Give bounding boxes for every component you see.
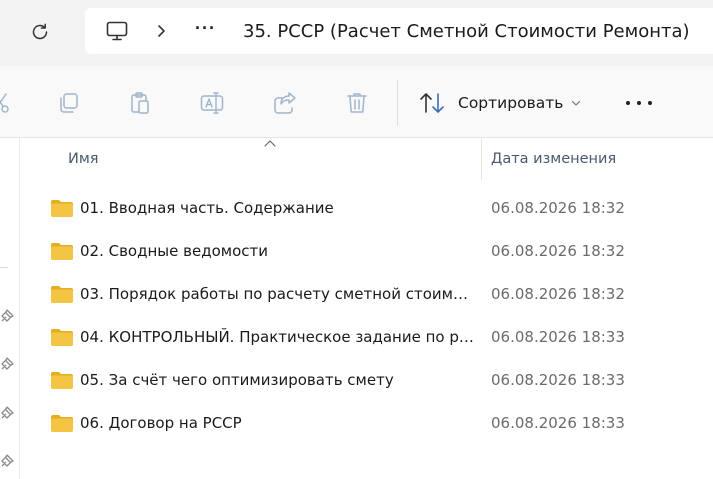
sort-button-label: Сортировать (458, 94, 564, 112)
more-options-button[interactable] (622, 92, 656, 114)
table-row[interactable]: 06. Договор на РССР 06.08.2026 18:33 (20, 402, 713, 445)
folder-icon (51, 286, 73, 303)
file-date-modified: 06.08.2026 18:33 (491, 328, 625, 346)
file-name: 01. Вводная часть. Содержание (80, 199, 334, 217)
cut-icon[interactable] (0, 90, 14, 116)
table-row[interactable]: 02. Сводные ведомости 06.08.2026 18:32 (20, 230, 713, 273)
more-dot (648, 101, 652, 105)
column-header-name[interactable]: Имя (68, 151, 99, 167)
list-header: Имя Дата изменения (20, 138, 713, 180)
file-name: 03. Порядок работы по расчету сметной ст… (80, 285, 474, 303)
file-date-modified: 06.08.2026 18:33 (491, 371, 625, 389)
file-name: 02. Сводные ведомости (80, 242, 268, 260)
table-row[interactable]: 05. За счёт чего оптимизировать смету 06… (20, 359, 713, 402)
folder-icon (51, 415, 73, 432)
share-icon[interactable] (272, 90, 298, 116)
paste-icon[interactable] (127, 90, 153, 116)
navigation-pane (0, 138, 20, 479)
copy-icon[interactable] (56, 90, 82, 116)
chevron-down-icon (572, 100, 581, 106)
file-date-modified: 06.08.2026 18:32 (491, 242, 625, 260)
table-row[interactable]: 03. Порядок работы по расчету сметной ст… (20, 273, 713, 316)
pin-icon[interactable] (0, 309, 14, 323)
file-name: 06. Договор на РССР (80, 414, 242, 432)
navigation-bar: ··· 35. РССР (Расчет Сметной Стоимости Р… (0, 0, 713, 66)
command-bar: Сортировать (0, 66, 713, 138)
sort-button[interactable]: Сортировать (418, 88, 581, 118)
file-list: 01. Вводная часть. Содержание 06.08.2026… (20, 187, 713, 445)
delete-icon[interactable] (344, 90, 370, 116)
file-name: 04. КОНТРОЛЬНЫЙ. Практическое задание по… (80, 328, 474, 346)
sort-icon (420, 93, 444, 113)
file-date-modified: 06.08.2026 18:32 (491, 199, 625, 217)
table-row[interactable]: 04. КОНТРОЛЬНЫЙ. Практическое задание по… (20, 316, 713, 359)
folder-icon (51, 200, 73, 217)
column-resize-handle[interactable] (481, 138, 482, 180)
pin-icon[interactable] (0, 357, 14, 371)
command-separator (397, 80, 398, 126)
more-dot (626, 101, 630, 105)
table-row[interactable]: 01. Вводная часть. Содержание 06.08.2026… (20, 187, 713, 230)
folder-icon (51, 243, 73, 260)
refresh-icon (32, 23, 48, 40)
pin-icon[interactable] (0, 406, 14, 420)
chevron-right-icon[interactable] (155, 21, 169, 41)
folder-icon (51, 372, 73, 389)
this-pc-icon[interactable] (105, 19, 129, 43)
nav-divider (0, 267, 8, 268)
folder-icon (51, 329, 73, 346)
refresh-button[interactable] (24, 16, 56, 48)
more-dot (637, 101, 641, 105)
rename-icon[interactable] (199, 90, 225, 116)
breadcrumb-overflow-button[interactable]: ··· (195, 18, 216, 39)
file-name: 05. За счёт чего оптимизировать смету (80, 371, 394, 389)
file-date-modified: 06.08.2026 18:33 (491, 414, 625, 432)
chevron-up-icon (264, 140, 276, 147)
address-bar[interactable]: ··· 35. РССР (Расчет Сметной Стоимости Р… (85, 8, 713, 54)
breadcrumb-current-folder[interactable]: 35. РССР (Расчет Сметной Стоимости Ремон… (243, 21, 690, 42)
file-date-modified: 06.08.2026 18:32 (491, 285, 625, 303)
column-header-date-modified[interactable]: Дата изменения (491, 151, 616, 167)
pin-icon[interactable] (0, 454, 14, 468)
